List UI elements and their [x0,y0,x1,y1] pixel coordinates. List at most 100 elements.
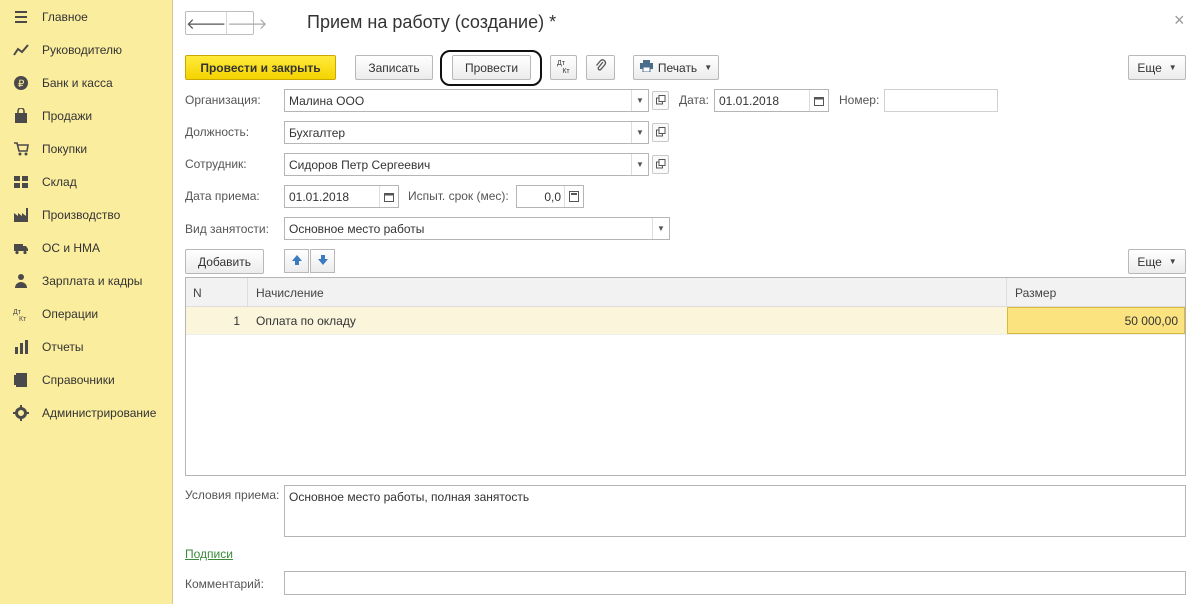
people-icon [12,272,30,290]
table-header: N Начисление Размер [186,278,1185,307]
bag-icon [12,107,30,125]
employment-type-value: Основное место работы [289,221,425,236]
svg-text:₽: ₽ [18,79,25,90]
sidebar-item-warehouse[interactable]: Склад [0,168,172,196]
chevron-down-icon[interactable]: ▼ [631,154,648,175]
position-value: Бухгалтер [289,125,346,140]
probation-field[interactable]: 0,0 [516,185,584,208]
truck-icon [12,239,30,257]
move-down-button[interactable] [310,249,335,273]
sidebar-item-sales[interactable]: Продажи [0,102,172,130]
sidebar-item-label: Отчеты [42,340,84,354]
print-button[interactable]: Печать ▼ [633,55,719,80]
sidebar-item-label: Производство [42,208,121,222]
cart-icon [12,140,30,158]
table-more-button[interactable]: Еще ▼ [1128,249,1186,274]
date-label: Дата: [679,93,709,107]
sidebar-item-label: Банк и касса [42,76,113,90]
calculator-icon[interactable] [564,186,583,207]
chevron-down-icon[interactable]: ▼ [631,90,648,111]
employee-field[interactable]: Сидоров Петр Сергеевич ▼ [284,153,649,176]
close-icon[interactable]: × [1174,10,1185,31]
highlight-annotation [440,50,542,86]
open-icon [655,126,666,140]
hire-date-label: Дата приема: [185,189,260,203]
page-title: Прием на работу (создание) * [307,12,557,32]
column-header-accrual[interactable]: Начисление [248,278,1007,307]
sidebar-item-label: Главное [42,10,88,24]
comment-input[interactable] [284,571,1186,595]
chevron-down-icon: ▼ [1168,257,1177,266]
sidebar-item-label: Справочники [42,373,115,387]
chart-icon [12,41,30,59]
amount-cell[interactable]: 50 000,00 [1007,307,1185,334]
arrow-down-icon [317,254,329,269]
menu-icon [12,8,30,26]
book-icon [12,371,30,389]
printer-icon [639,60,653,75]
sidebar-item-label: Администрирование [42,406,157,420]
move-up-button[interactable] [284,249,309,273]
employment-type-select[interactable]: Основное место работы ▼ [284,217,670,240]
sidebar-item-reports[interactable]: Отчеты [0,333,172,361]
open-employee-button[interactable] [652,155,669,174]
conditions-textarea[interactable]: Основное место работы, полная занятость [284,485,1186,537]
sidebar-item-directories[interactable]: Справочники [0,366,172,394]
svg-text:Дт: Дт [13,309,22,316]
history-nav: 🡐 🡒 [185,11,267,35]
forward-button[interactable]: 🡒 [226,12,267,34]
sidebar-item-operations[interactable]: Дт Кт Операции [0,300,172,328]
chevron-down-icon[interactable]: ▼ [652,218,669,239]
calendar-icon[interactable] [379,186,398,207]
warehouse-icon [12,173,30,191]
hire-date-field[interactable]: 01.01.2018 [284,185,399,208]
sidebar-item-salary[interactable]: Зарплата и кадры [0,267,172,295]
sidebar-item-label: Покупки [42,142,88,156]
date-field[interactable]: 01.01.2018 [714,89,829,112]
kt-label: Кт [562,67,570,75]
chevron-down-icon[interactable]: ▼ [631,122,648,143]
open-icon [655,158,666,172]
sidebar-item-fixed-assets[interactable]: ОС и НМА [0,234,172,262]
sidebar: Главное Руководителю ₽ Банк и касса Прод… [0,0,173,604]
probation-value: 0,0 [544,189,561,204]
bar-chart-icon [12,338,30,356]
organization-label: Организация: [185,93,261,107]
open-organization-button[interactable] [652,91,669,110]
gear-icon [12,404,30,422]
attach-button[interactable] [586,55,615,80]
save-button[interactable]: Записать [355,55,433,80]
calendar-icon[interactable] [809,90,828,111]
sidebar-item-production[interactable]: Производство [0,201,172,229]
sidebar-item-label: Склад [42,175,77,189]
comment-label: Комментарий: [185,577,264,591]
number-field[interactable] [884,89,998,112]
number-label: Номер: [839,93,880,107]
employee-label: Сотрудник: [185,157,247,171]
column-header-amount[interactable]: Размер [1007,278,1185,307]
dt-kt-button[interactable]: Дт Кт [550,55,577,80]
more-button[interactable]: Еще ▼ [1128,55,1186,80]
accrual-cell[interactable]: Оплата по окладу [248,307,1007,334]
dt-label: Дт [557,59,565,67]
position-field[interactable]: Бухгалтер ▼ [284,121,649,144]
signatures-link[interactable]: Подписи [185,547,233,561]
sidebar-item-purchases[interactable]: Покупки [0,135,172,163]
sidebar-item-bank[interactable]: ₽ Банк и касса [0,69,172,97]
sidebar-item-director[interactable]: Руководителю [0,36,172,64]
add-row-button[interactable]: Добавить [185,249,264,274]
column-header-n[interactable]: N [186,278,248,307]
accruals-table: N Начисление Размер 1 Оплата по окладу 5… [185,277,1186,476]
sidebar-item-label: Продажи [42,109,93,123]
sidebar-item-main[interactable]: Главное [0,3,172,31]
post-and-close-button[interactable]: Провести и закрыть [185,55,336,80]
table-row[interactable]: 1 Оплата по окладу 50 000,00 [186,307,1185,335]
row-number: 1 [233,313,240,328]
paperclip-icon [595,59,607,76]
more-label: Еще [1137,254,1162,269]
sidebar-item-admin[interactable]: Администрирование [0,399,172,427]
open-position-button[interactable] [652,123,669,142]
organization-field[interactable]: Малина ООО ▼ [284,89,649,112]
back-button[interactable]: 🡐 [186,12,226,34]
open-icon [655,94,666,108]
